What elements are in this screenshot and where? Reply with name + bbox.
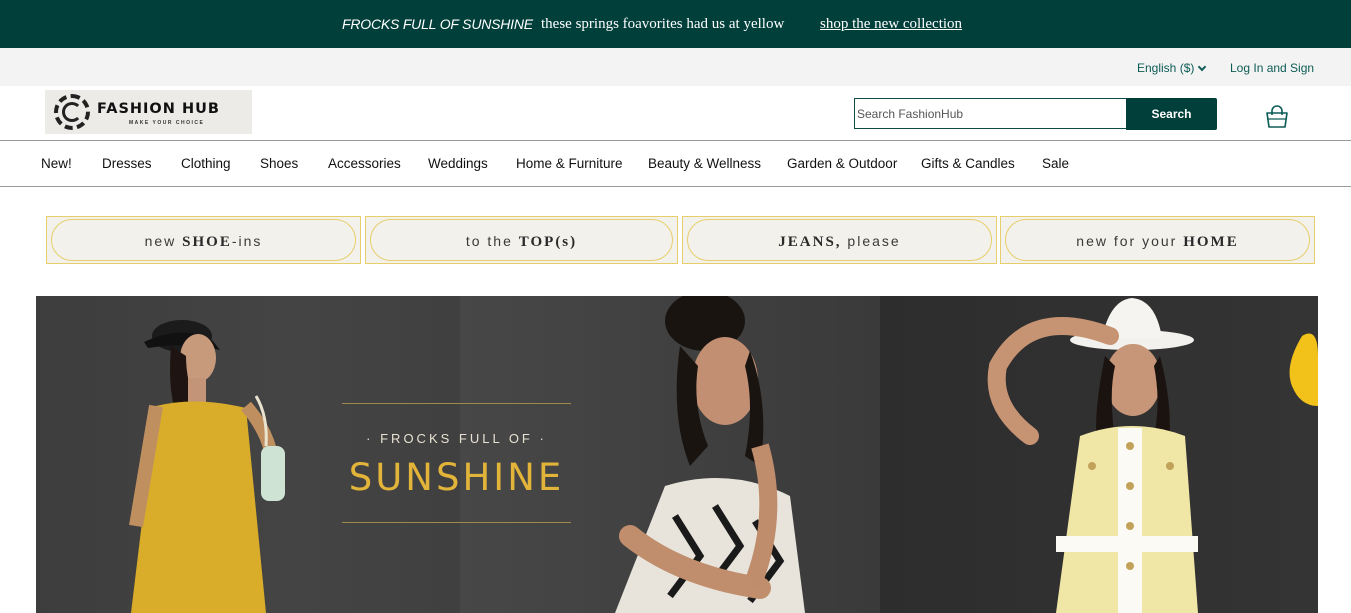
model-patterned-dress-image — [615, 296, 805, 613]
hero-banner[interactable]: · FROCKS FULL OF · SUNSHINE — [36, 296, 1318, 613]
category-tiles: new SHOE-ins to the TOP(s) JEANS, please… — [46, 216, 1315, 264]
tile-tops[interactable]: to the TOP(s) — [365, 216, 678, 264]
shopping-bag-icon[interactable] — [1264, 104, 1290, 130]
nav-item-dresses[interactable]: Dresses — [102, 156, 152, 171]
logo[interactable]: FASHION HUB MAKE YOUR CHOICE — [45, 90, 252, 134]
nav-item-new[interactable]: New! — [41, 156, 72, 171]
logo-brand: FASHION HUB — [97, 101, 220, 117]
nav-item-gifts-candles[interactable]: Gifts & Candles — [921, 156, 1015, 171]
shop-collection-link[interactable]: shop the new collection — [820, 16, 962, 33]
nav-item-sale[interactable]: Sale — [1042, 156, 1069, 171]
tile-shoes[interactable]: new SHOE-ins — [46, 216, 361, 264]
main-nav: New! Dresses Clothing Shoes Accessories … — [0, 142, 1351, 187]
logo-tagline: MAKE YOUR CHOICE — [129, 120, 205, 126]
model-yellow-dress-image — [129, 320, 285, 613]
search-button[interactable]: Search — [1126, 98, 1217, 130]
nav-item-clothing[interactable]: Clothing — [181, 156, 231, 171]
logo-c-icon — [62, 102, 82, 122]
hero-title: SUNSHINE — [348, 456, 565, 499]
nav-item-weddings[interactable]: Weddings — [428, 156, 488, 171]
language-selector[interactable]: English ($) — [1137, 61, 1207, 75]
hero-divider-bottom — [342, 522, 571, 523]
language-label: English ($) — [1137, 61, 1195, 75]
nav-item-accessories[interactable]: Accessories — [328, 156, 401, 171]
tile-jeans[interactable]: JEANS, please — [682, 216, 997, 264]
hero-panel-middle — [460, 296, 880, 613]
hero-divider-top — [342, 403, 571, 404]
promo-title: FROCKS FULL OF SUNSHINE — [342, 16, 533, 32]
tile-label: to the TOP(s) — [465, 233, 578, 250]
hero-panel-right — [880, 296, 1318, 613]
tile-home[interactable]: new for your HOME — [1000, 216, 1315, 264]
chevron-down-icon — [1198, 62, 1207, 72]
nav-item-garden-outdoor[interactable]: Garden & Outdoor — [787, 156, 897, 171]
login-link[interactable]: Log In and Sign — [1230, 61, 1314, 75]
header: FASHION HUB MAKE YOUR CHOICE Search — [0, 86, 1351, 141]
nav-item-shoes[interactable]: Shoes — [260, 156, 298, 171]
tile-label: new for your HOME — [1076, 233, 1239, 250]
search-input[interactable] — [854, 98, 1127, 129]
tile-label: JEANS, please — [778, 233, 901, 250]
tile-label: new SHOE-ins — [144, 233, 263, 250]
model-white-hat-image — [987, 298, 1318, 613]
hero-kicker: · FROCKS FULL OF · — [366, 431, 547, 446]
promo-text: these springs foavorites had us at yello… — [541, 16, 785, 32]
nav-item-beauty-wellness[interactable]: Beauty & Wellness — [648, 156, 761, 171]
utility-bar: English ($) Log In and Sign — [0, 48, 1351, 86]
hero-panel-left — [36, 296, 460, 613]
promo-bar: FROCKS FULL OF SUNSHINE these springs fo… — [0, 0, 1351, 48]
nav-item-home-furniture[interactable]: Home & Furniture — [516, 156, 623, 171]
